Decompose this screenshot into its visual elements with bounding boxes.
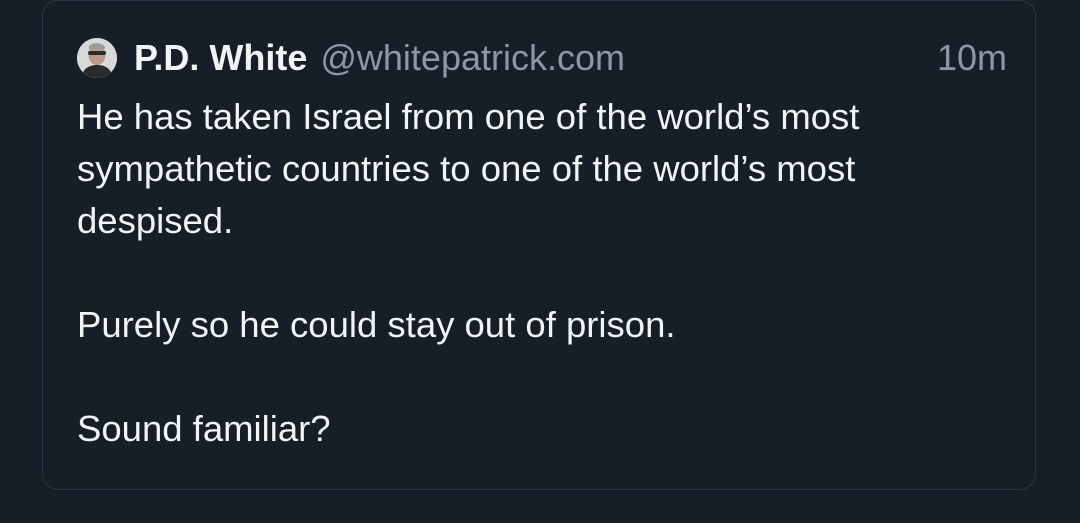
avatar-image	[77, 38, 117, 78]
post-header: P.D. White @whitepatrick.com 10m	[77, 35, 1007, 81]
post-timestamp[interactable]: 10m	[937, 37, 1007, 79]
avatar[interactable]	[77, 38, 117, 78]
post-paragraph: He has taken Israel from one of the worl…	[77, 96, 860, 241]
post-card[interactable]: P.D. White @whitepatrick.com 10m He has …	[42, 0, 1036, 490]
author-name[interactable]: P.D. White	[134, 37, 307, 79]
author-handle[interactable]: @whitepatrick.com	[320, 37, 625, 79]
post-body: He has taken Israel from one of the worl…	[77, 91, 1017, 455]
post-paragraph: Sound familiar?	[77, 408, 331, 449]
post-paragraph: Purely so he could stay out of prison.	[77, 304, 676, 345]
